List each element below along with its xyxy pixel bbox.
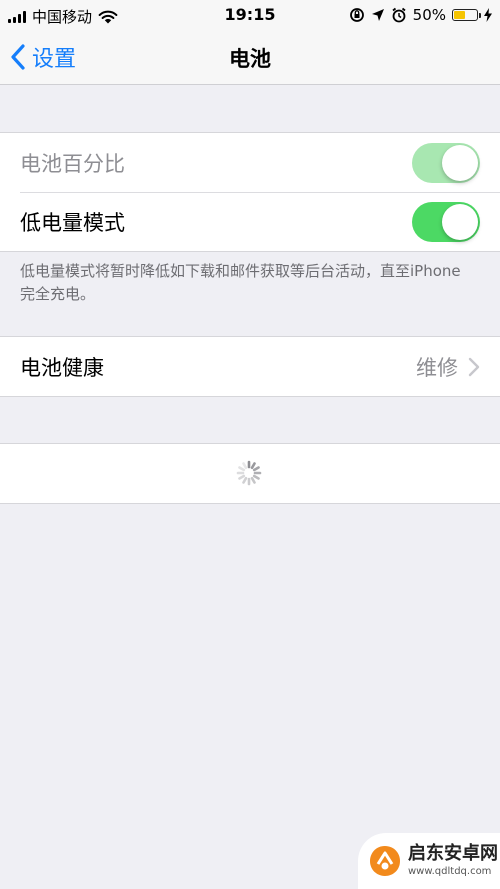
battery-percentage-label: 电池百分比 bbox=[20, 151, 125, 176]
page-title: 电池 bbox=[229, 47, 271, 71]
location-icon bbox=[371, 9, 384, 21]
orientation-lock-icon bbox=[349, 8, 364, 22]
battery-health-group: 电池健康 维修 bbox=[0, 336, 500, 397]
watermark: 启东安卓网 www.qdltdq.com bbox=[358, 833, 500, 889]
toggle-group: 电池百分比 低电量模式 bbox=[0, 132, 500, 252]
low-power-mode-row: 低电量模式 bbox=[0, 192, 500, 251]
low-power-footnote: 低电量模式将暂时降低如下载和邮件获取等后台活动，直至iPhone 完全充电。 bbox=[20, 262, 461, 303]
loading-row bbox=[0, 444, 500, 503]
battery-percentage-row: 电池百分比 bbox=[0, 133, 500, 192]
low-power-mode-label: 低电量模式 bbox=[20, 210, 125, 235]
battery-percent: 50% bbox=[412, 6, 446, 24]
status-bar: 中国移动 19:15 50% bbox=[0, 0, 500, 30]
battery-percentage-switch[interactable] bbox=[412, 142, 480, 183]
navigation-bar: 设置 电池 bbox=[0, 30, 500, 85]
status-bar-right: 50% bbox=[349, 6, 492, 24]
chevron-right-icon bbox=[468, 357, 480, 376]
charging-icon bbox=[484, 8, 492, 22]
low-power-mode-switch[interactable] bbox=[412, 201, 480, 242]
battery-icon bbox=[452, 9, 481, 21]
watermark-name: 启东安卓网 bbox=[408, 843, 498, 864]
battery-health-label: 电池健康 bbox=[20, 355, 104, 380]
alarm-icon bbox=[392, 7, 406, 23]
watermark-text: 启东安卓网 www.qdltdq.com bbox=[408, 845, 498, 877]
switch-knob bbox=[442, 144, 478, 181]
watermark-logo-icon bbox=[370, 846, 400, 876]
battery-health-value: 维修 bbox=[416, 355, 458, 380]
battery-level-fill bbox=[454, 11, 465, 19]
switch-knob bbox=[442, 203, 478, 240]
battery-health-row[interactable]: 电池健康 维修 bbox=[0, 337, 500, 396]
loading-spinner-icon bbox=[236, 460, 262, 486]
watermark-url: www.qdltdq.com bbox=[408, 866, 492, 877]
loading-group bbox=[0, 443, 500, 504]
